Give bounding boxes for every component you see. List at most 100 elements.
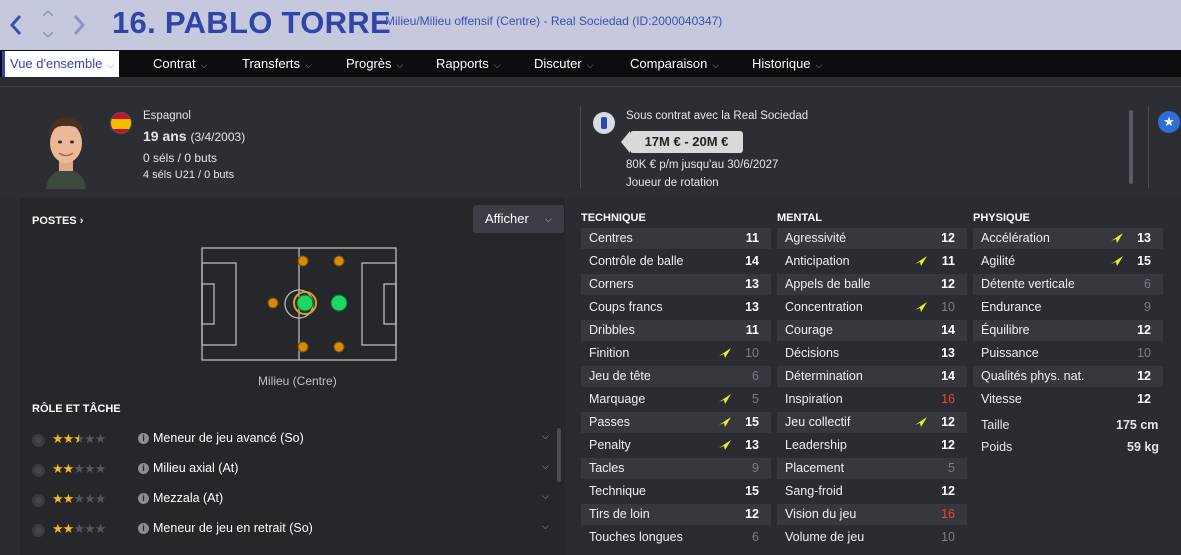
physique-title: PHYSIQUE [973, 212, 1030, 224]
tab-transfers-label: Transferts [242, 56, 301, 71]
info-icon[interactable]: i [138, 433, 149, 444]
trend-up-arrow-icon [1111, 233, 1123, 243]
forward-arrow-icon[interactable] [71, 12, 87, 42]
attribute-row: Détermination 14 [777, 366, 967, 387]
attribute-row: Coups francs 13 [581, 297, 771, 318]
attribute-label: Leadership [785, 438, 847, 452]
attribute-value: 13 [745, 277, 759, 291]
scrollbar[interactable] [557, 428, 561, 482]
wage-info: 80K € p/m jusqu'au 30/6/2027 [626, 159, 779, 171]
attribute-row: Vision du jeu 16 [777, 504, 967, 525]
attribute-row: Puissance 10 [973, 343, 1163, 364]
attribute-label: Vitesse [981, 392, 1022, 406]
position-marker-secondary [333, 341, 345, 353]
role-radio[interactable] [32, 434, 45, 447]
role-rating-stars: ★★★★★★ [52, 431, 106, 446]
mental-title: MENTAL [777, 212, 823, 224]
role-rating-stars: ★★★★★ [52, 521, 106, 536]
date-of-birth: (3/4/2003) [190, 130, 246, 144]
attribute-row: Technique 15 [581, 481, 771, 502]
chevron-right-icon: › [79, 215, 84, 227]
role-row[interactable]: ★★★★★ i Mezzala (At) ⌵ [32, 491, 557, 511]
scrollbar[interactable] [1129, 110, 1133, 184]
up-down-arrow-icon[interactable] [41, 8, 55, 44]
roles-title: RÔLE ET TÂCHE [32, 403, 121, 415]
info-icon[interactable]: i [138, 523, 149, 534]
trend-up-arrow-icon [915, 417, 927, 427]
player-subtitle[interactable]: Milieu/Milieu offensif (Centre) - Real S… [385, 14, 722, 28]
club-badge-icon [593, 112, 615, 134]
nationality: Espagnol [143, 110, 191, 122]
attribute-label: Détente verticale [981, 277, 1075, 291]
role-rating-stars: ★★★★★ [52, 461, 106, 476]
attribute-label: Anticipation [785, 254, 850, 268]
role-label: Meneur de jeu avancé (So) [153, 431, 304, 445]
u21-caps: 4 séls U21 / 0 buts [143, 169, 235, 181]
age-main: 19 ans [143, 128, 187, 144]
attribute-row: Touches longues 6 [581, 527, 771, 548]
chevron-down-icon[interactable]: ⌵ [542, 521, 549, 532]
tab-discuss[interactable]: Discuter ⌵ [534, 50, 594, 77]
trend-up-arrow-icon [1111, 256, 1123, 266]
attribute-value: 11 [745, 231, 759, 245]
role-radio[interactable] [32, 524, 45, 537]
tab-history[interactable]: Historique ⌵ [752, 50, 822, 77]
attribute-row: Marquage 5 [581, 389, 771, 410]
attribute-label: Contrôle de balle [589, 254, 684, 268]
back-arrow-icon[interactable] [8, 12, 24, 42]
info-icon[interactable]: i [138, 493, 149, 504]
role-row[interactable]: ★★★★★ i Milieu axial (At) ⌵ [32, 461, 557, 481]
attribute-value: 6 [1144, 277, 1151, 291]
trend-up-arrow-icon [915, 302, 927, 312]
role-row[interactable]: ★★★★★ i Meneur de jeu en retrait (So) ⌵ [32, 521, 557, 541]
player-face-image [46, 117, 86, 189]
show-dropdown-button[interactable]: Afficher ⌵ [473, 205, 564, 233]
tab-overview[interactable]: Vue d'ensemble ⌵ [2, 51, 120, 77]
attribute-label: Jeu de tête [589, 369, 651, 383]
attribute-label: Dribbles [589, 323, 635, 337]
role-radio[interactable] [32, 494, 45, 507]
weight-label: Poids [981, 440, 1013, 454]
attribute-row: Finition 10 [581, 343, 771, 364]
chevron-down-icon: ⌵ [107, 60, 115, 70]
attribute-label: Inspiration [785, 392, 843, 406]
attribute-value: 13 [745, 300, 759, 314]
chevron-down-icon[interactable]: ⌵ [542, 431, 549, 442]
info-icon[interactable]: i [138, 463, 149, 474]
attribute-row: Sang-froid 12 [777, 481, 967, 502]
attribute-value: 12 [941, 277, 955, 291]
attribute-value: 16 [941, 507, 955, 521]
tab-reports[interactable]: Rapports ⌵ [436, 50, 501, 77]
tab-comparison[interactable]: Comparaison ⌵ [630, 50, 719, 77]
attribute-value: 15 [1137, 254, 1151, 268]
chevron-down-icon: ⌵ [586, 60, 594, 70]
chevron-down-icon[interactable]: ⌵ [542, 491, 549, 502]
chevron-down-icon[interactable]: ⌵ [542, 461, 549, 472]
tab-progress[interactable]: Progrès ⌵ [346, 50, 403, 77]
attribute-value: 16 [941, 392, 955, 406]
attribute-label: Placement [785, 461, 845, 475]
attribute-value: 13 [745, 438, 759, 452]
tab-transfers[interactable]: Transferts ⌵ [242, 50, 312, 77]
tab-overview-label: Vue d'ensemble [10, 56, 103, 71]
role-radio[interactable] [32, 464, 45, 477]
attribute-value: 10 [745, 346, 759, 360]
attribute-value: 12 [941, 415, 955, 429]
attribute-value: 10 [941, 300, 955, 314]
attribute-value: 14 [941, 369, 955, 383]
tab-progress-label: Progrès [346, 56, 392, 71]
tab-contract[interactable]: Contrat ⌵ [153, 50, 207, 77]
attribute-row: Courage 14 [777, 320, 967, 341]
attribute-value: 11 [941, 254, 955, 268]
chevron-down-icon: ⌵ [712, 60, 720, 70]
attribute-row: Inspiration 16 [777, 389, 967, 410]
attribute-label: Finition [589, 346, 630, 360]
attribute-row: Accélération 13 [973, 228, 1163, 249]
position-marker-secondary [267, 297, 279, 309]
attribute-label: Courage [785, 323, 833, 337]
role-row[interactable]: ★★★★★★ i Meneur de jeu avancé (So) ⌵ [32, 431, 557, 451]
positions-title[interactable]: POSTES › [32, 215, 83, 227]
attribute-value: 14 [745, 254, 759, 268]
attribute-value: 12 [745, 507, 759, 521]
favorite-star-icon[interactable]: ★ [1158, 111, 1180, 133]
